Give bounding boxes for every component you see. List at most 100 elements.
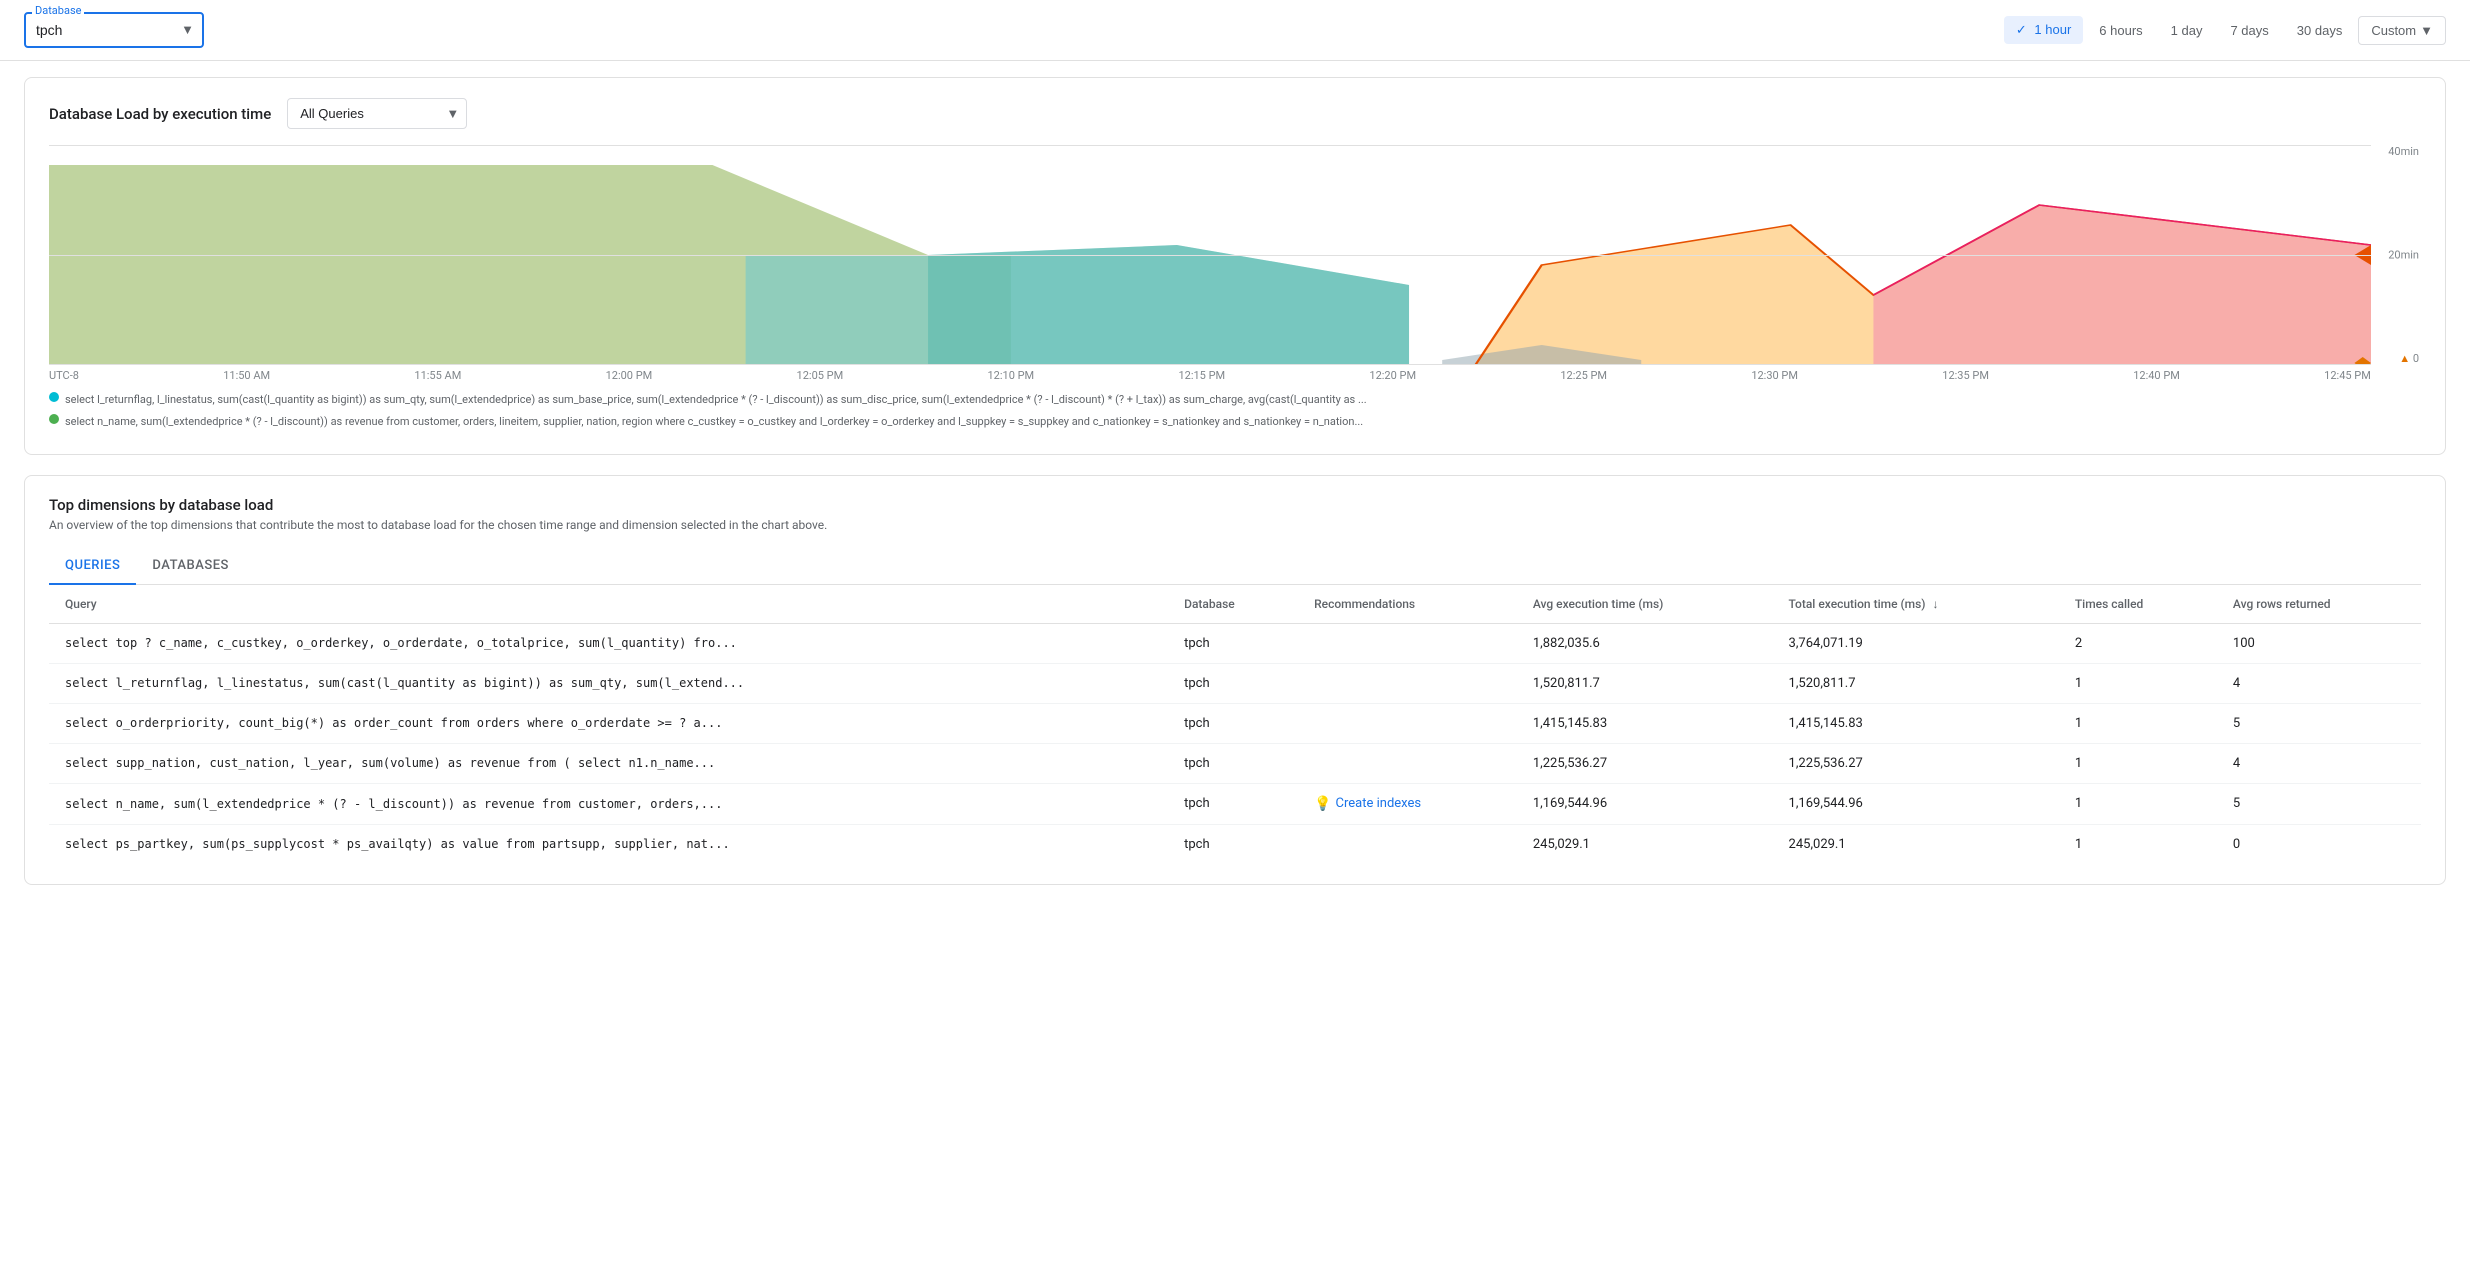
custom-dropdown-icon: ▼	[2420, 23, 2433, 38]
chart-header: Database Load by execution time All Quer…	[49, 98, 2421, 129]
cell-db-3: tpch	[1168, 703, 1298, 743]
dimensions-title: Top dimensions by database load	[49, 496, 2421, 514]
col-total-exec[interactable]: Total execution time (ms) ↓	[1773, 585, 2059, 624]
legend-text-2: select n_name, sum(l_extendedprice * (? …	[65, 412, 1363, 432]
cell-avg-exec-6: 245,029.1	[1517, 824, 1773, 864]
time-range-custom[interactable]: Custom ▼	[2358, 16, 2446, 45]
main-content: Database Load by execution time All Quer…	[0, 61, 2470, 901]
cell-query-4: select supp_nation, cust_nation, l_year,…	[49, 743, 1168, 783]
x-label-1205: 12:05 PM	[797, 369, 844, 382]
cell-total-exec-3: 1,415,145.83	[1773, 703, 2059, 743]
cell-avg-rows-6: 0	[2217, 824, 2421, 864]
x-label-utc: UTC-8	[49, 369, 79, 382]
table-row: select o_orderpriority, count_big(*) as …	[49, 703, 2421, 743]
cell-avg-rows-1: 100	[2217, 623, 2421, 663]
x-label-1200: 12:00 PM	[606, 369, 653, 382]
time-range-1day[interactable]: 1 day	[2159, 17, 2215, 44]
database-selector[interactable]: Database tpch ▼	[24, 12, 204, 48]
tab-databases[interactable]: DATABASES	[136, 548, 245, 585]
query-filter[interactable]: All Queries Top 5 Queries ▼	[287, 98, 467, 129]
table-row: select ps_partkey, sum(ps_supplycost * p…	[49, 824, 2421, 864]
dimensions-card: Top dimensions by database load An overv…	[24, 475, 2446, 885]
x-label-1220: 12:20 PM	[1369, 369, 1416, 382]
table-row: select top ? c_name, c_custkey, o_orderk…	[49, 623, 2421, 663]
gridline-top	[49, 145, 2371, 146]
x-axis-labels: UTC-8 11:50 AM 11:55 AM 12:00 PM 12:05 P…	[49, 365, 2371, 382]
table-header: Query Database Recommendations Avg execu…	[49, 585, 2421, 624]
chart-legend: select l_returnflag, l_linestatus, sum(c…	[49, 390, 2421, 432]
chart-area-dark-teal	[928, 245, 1409, 365]
x-label-1245: 12:45 PM	[2324, 369, 2371, 382]
db-select-input[interactable]: tpch	[24, 12, 204, 48]
x-label-1240: 12:40 PM	[2133, 369, 2180, 382]
cell-times-called-4: 1	[2059, 743, 2217, 783]
cell-db-4: tpch	[1168, 743, 1298, 783]
cell-times-called-3: 1	[2059, 703, 2217, 743]
cell-db-2: tpch	[1168, 663, 1298, 703]
cell-db-6: tpch	[1168, 824, 1298, 864]
tab-queries[interactable]: QUERIES	[49, 548, 136, 585]
create-indexes-link[interactable]: 💡 Create indexes	[1314, 796, 1501, 812]
y-label-0: ▲ 0	[2399, 352, 2419, 365]
col-query: Query	[49, 585, 1168, 624]
cell-query-1: select top ? c_name, c_custkey, o_orderk…	[49, 623, 1168, 663]
dimensions-subtitle: An overview of the top dimensions that c…	[49, 518, 2421, 532]
check-icon: ✓	[2016, 22, 2027, 37]
cell-total-exec-5: 1,169,544.96	[1773, 783, 2059, 824]
y-label-20: 20min	[2388, 249, 2419, 262]
db-select-label: Database	[32, 4, 84, 17]
x-label-1150: 11:50 AM	[223, 369, 270, 382]
cell-query-3: select o_orderpriority, count_big(*) as …	[49, 703, 1168, 743]
chart-area-pink	[1873, 205, 2371, 365]
cell-rec-2	[1298, 663, 1517, 703]
chart-container: 40min 20min ▲ 0	[49, 145, 2421, 382]
gridline-bottom	[49, 364, 2371, 365]
chart-card: Database Load by execution time All Quer…	[24, 77, 2446, 455]
time-range-7days[interactable]: 7 days	[2218, 17, 2280, 44]
cell-total-exec-1: 3,764,071.19	[1773, 623, 2059, 663]
cell-avg-exec-2: 1,520,811.7	[1517, 663, 1773, 703]
cell-avg-rows-5: 5	[2217, 783, 2421, 824]
time-range-1hour[interactable]: ✓ 1 hour	[2004, 16, 2083, 44]
legend-text-1: select l_returnflag, l_linestatus, sum(c…	[65, 390, 1367, 410]
cell-times-called-2: 1	[2059, 663, 2217, 703]
dimensions-table: Query Database Recommendations Avg execu…	[49, 585, 2421, 864]
cell-avg-exec-1: 1,882,035.6	[1517, 623, 1773, 663]
chart-area: 40min 20min ▲ 0	[49, 145, 2371, 365]
legend-item-1: select l_returnflag, l_linestatus, sum(c…	[49, 390, 2421, 410]
x-label-1210: 12:10 PM	[988, 369, 1035, 382]
col-avg-exec: Avg execution time (ms)	[1517, 585, 1773, 624]
cell-total-exec-6: 245,029.1	[1773, 824, 2059, 864]
top-bar: Database tpch ▼ ✓ 1 hour 6 hours 1 day 7…	[0, 0, 2470, 61]
cell-db-5: tpch	[1168, 783, 1298, 824]
cell-db-1: tpch	[1168, 623, 1298, 663]
query-filter-select[interactable]: All Queries Top 5 Queries	[287, 98, 467, 129]
x-label-1230: 12:30 PM	[1751, 369, 1798, 382]
legend-dot-1	[49, 392, 59, 402]
table-row: select n_name, sum(l_extendedprice * (? …	[49, 783, 2421, 824]
x-label-1225: 12:25 PM	[1560, 369, 1607, 382]
y-label-40: 40min	[2388, 145, 2419, 158]
x-label-1155: 11:55 AM	[414, 369, 461, 382]
table-row: select supp_nation, cust_nation, l_year,…	[49, 743, 2421, 783]
time-range-nav: ✓ 1 hour 6 hours 1 day 7 days 30 days Cu…	[2004, 16, 2446, 45]
x-label-1215: 12:15 PM	[1178, 369, 1225, 382]
cell-rec-3	[1298, 703, 1517, 743]
chart-title: Database Load by execution time	[49, 105, 271, 123]
cell-times-called-6: 1	[2059, 824, 2217, 864]
cell-times-called-1: 2	[2059, 623, 2217, 663]
col-avg-rows: Avg rows returned	[2217, 585, 2421, 624]
cell-rec-4	[1298, 743, 1517, 783]
time-range-30days[interactable]: 30 days	[2285, 17, 2355, 44]
cell-avg-rows-4: 4	[2217, 743, 2421, 783]
gridline-middle	[49, 255, 2371, 256]
x-label-1235: 12:35 PM	[1942, 369, 1989, 382]
col-recommendations: Recommendations	[1298, 585, 1517, 624]
sort-desc-icon: ↓	[1932, 597, 1938, 611]
time-range-6hours[interactable]: 6 hours	[2087, 17, 2154, 44]
cell-avg-exec-5: 1,169,544.96	[1517, 783, 1773, 824]
table-body: select top ? c_name, c_custkey, o_orderk…	[49, 623, 2421, 864]
table-row: select l_returnflag, l_linestatus, sum(c…	[49, 663, 2421, 703]
cell-query-2: select l_returnflag, l_linestatus, sum(c…	[49, 663, 1168, 703]
cell-rec-5[interactable]: 💡 Create indexes	[1298, 783, 1517, 824]
